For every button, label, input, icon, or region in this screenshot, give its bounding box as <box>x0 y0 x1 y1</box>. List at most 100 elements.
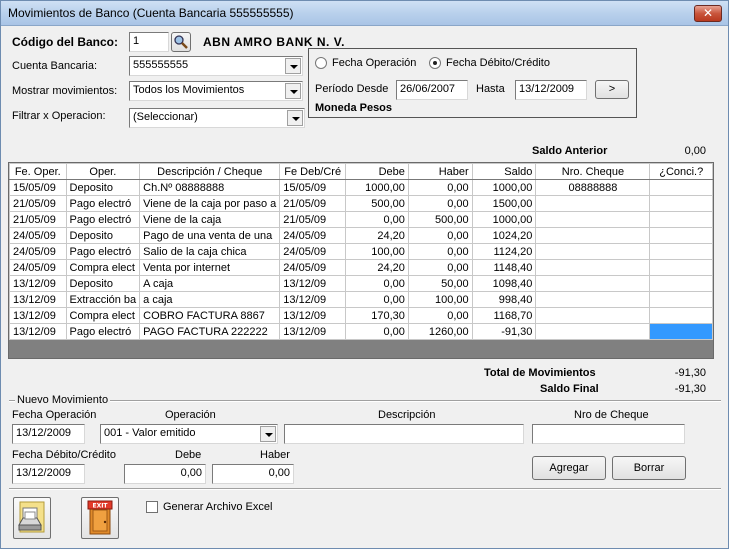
table-cell[interactable]: 13/12/09 <box>279 291 347 308</box>
column-header[interactable]: Nro. Cheque <box>535 163 651 180</box>
fecha-operacion-input[interactable]: 13/12/2009 <box>12 424 85 444</box>
table-cell[interactable]: 0,00 <box>407 227 473 244</box>
table-cell[interactable] <box>649 195 713 212</box>
column-header[interactable]: Descripción / Cheque <box>139 163 281 180</box>
table-cell[interactable]: -91,30 <box>471 323 537 340</box>
table-cell[interactable]: Pago electró <box>65 211 141 228</box>
table-cell[interactable]: Extracción ba <box>65 291 141 308</box>
desde-input[interactable]: 26/06/2007 <box>396 80 468 100</box>
table-cell[interactable] <box>649 275 713 292</box>
descripcion-input[interactable] <box>284 424 524 444</box>
table-row[interactable]: 21/05/09 Pago electró Viene de la caja por… <box>9 195 713 212</box>
table-row[interactable]: 24/05/09 Pago electró Salio de la caja chi… <box>9 243 713 260</box>
table-cell[interactable] <box>649 179 713 196</box>
table-cell[interactable]: 100,00 <box>345 243 409 260</box>
table-cell[interactable]: 998,40 <box>471 291 537 308</box>
agregar-button[interactable]: Agregar <box>532 456 606 480</box>
column-header[interactable]: Debe <box>345 163 409 180</box>
table-cell[interactable]: Compra elect <box>65 259 141 276</box>
radio-fecha-operacion[interactable] <box>315 57 327 69</box>
table-cell[interactable]: 13/12/09 <box>279 275 347 292</box>
table-cell[interactable]: 24,20 <box>345 259 409 276</box>
table-cell[interactable]: 24/05/09 <box>9 259 67 276</box>
table-cell[interactable] <box>649 291 713 308</box>
table-cell[interactable] <box>535 195 651 212</box>
table-cell[interactable]: 0,00 <box>407 195 473 212</box>
table-cell[interactable]: 100,00 <box>407 291 473 308</box>
operacion-combo[interactable]: 001 - Valor emitido <box>100 424 278 444</box>
table-cell[interactable]: Venta por internet <box>139 259 281 276</box>
table-cell[interactable]: 13/12/09 <box>9 323 67 340</box>
table-cell[interactable]: 1024,20 <box>471 227 537 244</box>
radio-fecha-debito[interactable] <box>429 57 441 69</box>
table-cell[interactable]: 21/05/09 <box>9 211 67 228</box>
table-cell[interactable]: 50,00 <box>407 275 473 292</box>
table-cell[interactable]: 500,00 <box>345 195 409 212</box>
table-cell[interactable]: Pago electró <box>65 323 141 340</box>
table-cell[interactable]: a caja <box>139 291 281 308</box>
codigo-input[interactable]: 1 <box>129 32 169 52</box>
column-header[interactable]: ¿Conci.? <box>649 163 713 180</box>
table-cell[interactable]: Pago de una venta de una <box>139 227 281 244</box>
table-cell[interactable] <box>649 243 713 260</box>
chevron-down-icon[interactable] <box>287 110 303 126</box>
table-cell[interactable]: 0,00 <box>407 307 473 324</box>
table-cell[interactable]: 1098,40 <box>471 275 537 292</box>
cheque-input[interactable] <box>532 424 685 444</box>
table-cell[interactable]: 0,00 <box>407 243 473 260</box>
fecha-debito-input[interactable]: 13/12/2009 <box>12 464 85 484</box>
table-cell[interactable]: 170,30 <box>345 307 409 324</box>
table-cell[interactable]: 1168,70 <box>471 307 537 324</box>
table-cell[interactable]: 24/05/09 <box>9 227 67 244</box>
borrar-button[interactable]: Borrar <box>612 456 686 480</box>
table-cell[interactable]: Deposito <box>65 275 141 292</box>
debe-input[interactable]: 0,00 <box>124 464 206 484</box>
movements-grid[interactable]: Fe. Oper. Oper. Descripción / Cheque Fe Deb… <box>8 162 714 359</box>
table-cell[interactable]: 24,20 <box>345 227 409 244</box>
table-cell[interactable]: 24/05/09 <box>279 227 347 244</box>
table-cell[interactable]: Viene de la caja <box>139 211 281 228</box>
table-cell[interactable] <box>535 323 651 340</box>
chevron-down-icon[interactable] <box>260 426 276 442</box>
apply-period-button[interactable]: > <box>595 80 629 99</box>
table-cell[interactable]: 0,00 <box>345 323 409 340</box>
table-cell[interactable]: 24/05/09 <box>9 243 67 260</box>
exit-button[interactable]: EXIT <box>81 497 119 539</box>
table-cell[interactable]: 0,00 <box>345 275 409 292</box>
table-cell[interactable]: 13/12/09 <box>9 291 67 308</box>
table-row[interactable]: 24/05/09 Deposito Pago de una venta de una… <box>9 227 713 244</box>
column-header[interactable]: Saldo <box>471 163 537 180</box>
table-cell[interactable] <box>535 227 651 244</box>
table-cell[interactable]: 1124,20 <box>471 243 537 260</box>
table-cell[interactable]: 1260,00 <box>407 323 473 340</box>
table-cell[interactable]: Pago electró <box>65 195 141 212</box>
table-row[interactable]: 24/05/09 Compra elect Venta por internet 24… <box>9 259 713 276</box>
table-cell[interactable]: COBRO FACTURA 8867 <box>139 307 281 324</box>
table-row[interactable]: 21/05/09 Pago electró Viene de la caja 21/0… <box>9 211 713 228</box>
column-header[interactable]: Fe. Oper. <box>9 163 67 180</box>
table-cell[interactable] <box>649 211 713 228</box>
table-cell[interactable] <box>535 307 651 324</box>
table-cell[interactable] <box>535 259 651 276</box>
table-cell[interactable]: 24/05/09 <box>279 259 347 276</box>
table-cell[interactable]: 21/05/09 <box>279 211 347 228</box>
haber-input[interactable]: 0,00 <box>212 464 294 484</box>
print-button[interactable] <box>13 497 51 539</box>
excel-checkbox[interactable] <box>146 501 158 513</box>
table-cell[interactable] <box>649 307 713 324</box>
table-cell[interactable]: 0,00 <box>407 259 473 276</box>
column-header[interactable]: Fe Deb/Cré <box>279 163 347 180</box>
table-cell[interactable]: 08888888 <box>535 179 651 196</box>
table-cell[interactable]: Viene de la caja por paso a <box>139 195 281 212</box>
table-cell[interactable]: 500,00 <box>407 211 473 228</box>
table-cell[interactable]: 1148,40 <box>471 259 537 276</box>
table-cell[interactable]: 0,00 <box>345 211 409 228</box>
table-cell[interactable]: Deposito <box>65 179 141 196</box>
table-cell[interactable]: 15/05/09 <box>279 179 347 196</box>
column-header[interactable]: Haber <box>407 163 473 180</box>
table-cell[interactable]: 13/12/09 <box>9 275 67 292</box>
table-cell[interactable] <box>535 275 651 292</box>
table-cell[interactable]: 13/12/09 <box>279 323 347 340</box>
table-cell[interactable] <box>649 323 713 340</box>
cuenta-combo[interactable]: 555555555 <box>129 56 303 76</box>
